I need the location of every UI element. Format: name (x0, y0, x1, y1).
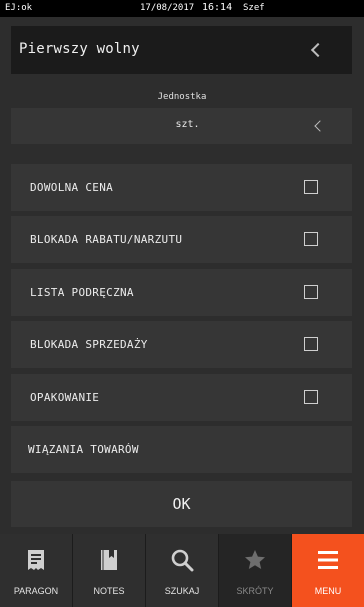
chevron-left-icon[interactable] (310, 42, 326, 58)
star-icon (245, 550, 265, 569)
nav-menu[interactable]: MENU (292, 534, 364, 607)
option-row-opakowanie[interactable]: OPAKOWANIE (11, 374, 352, 421)
product-header[interactable]: Pierwszy wolny (11, 26, 352, 74)
option-row-lista-podreczna[interactable]: LISTA PODRĘCZNA (11, 269, 352, 316)
bottom-nav: PARAGON NOTES SZUKAJ SKRÓTY MENU (0, 534, 364, 607)
option-label: BLOKADA RABATU/NARZUTU (30, 233, 183, 246)
checkbox[interactable] (304, 390, 318, 404)
nav-notes[interactable]: NOTES (73, 534, 146, 607)
option-label: LISTA PODRĘCZNA (30, 286, 134, 299)
checkbox[interactable] (304, 285, 318, 299)
nav-paragon[interactable]: PARAGON (0, 534, 73, 607)
nav-label: NOTES (93, 586, 125, 596)
ok-button[interactable]: OK (11, 481, 352, 527)
status-time: 16:14 (202, 2, 233, 13)
nav-szukaj[interactable]: SZUKAJ (146, 534, 219, 607)
notebook-icon (101, 550, 117, 570)
page-title: Pierwszy wolny (19, 41, 140, 57)
checkbox[interactable] (304, 180, 318, 194)
option-label: OPAKOWANIE (30, 391, 100, 404)
unit-value: szt. (175, 119, 200, 130)
bindings-label: WIĄZANIA TOWARÓW (28, 443, 139, 456)
ej-status: EJ:ok (5, 3, 33, 13)
nav-skroty[interactable]: SKRÓTY (219, 534, 292, 607)
bindings-row[interactable]: WIĄZANIA TOWARÓW (11, 426, 352, 473)
checkbox[interactable] (304, 232, 318, 246)
unit-select[interactable]: szt. (11, 108, 352, 144)
option-row-blokada-sprzedazy[interactable]: BLOKADA SPRZEDAŻY (11, 321, 352, 368)
status-user: Szef (243, 3, 265, 13)
checkbox[interactable] (304, 337, 318, 351)
nav-label: SZUKAJ (164, 586, 200, 596)
option-row-blokada-rabatu[interactable]: BLOKADA RABATU/NARZUTU (11, 216, 352, 263)
status-bar: EJ:ok 17/08/2017 16:14 Szef (0, 0, 364, 17)
nav-label: SKRÓTY (236, 586, 274, 596)
menu-icon (318, 551, 338, 569)
unit-label: Jednostka (157, 92, 207, 102)
nav-label: PARAGON (13, 586, 59, 596)
status-date: 17/08/2017 (140, 3, 195, 13)
option-row-dowolna-cena[interactable]: DOWOLNA CENA (11, 164, 352, 211)
search-icon (171, 549, 194, 572)
receipt-icon (28, 550, 44, 570)
option-label: BLOKADA SPRZEDAŻY (30, 338, 148, 351)
option-label: DOWOLNA CENA (30, 181, 114, 194)
nav-label: MENU (314, 586, 342, 596)
